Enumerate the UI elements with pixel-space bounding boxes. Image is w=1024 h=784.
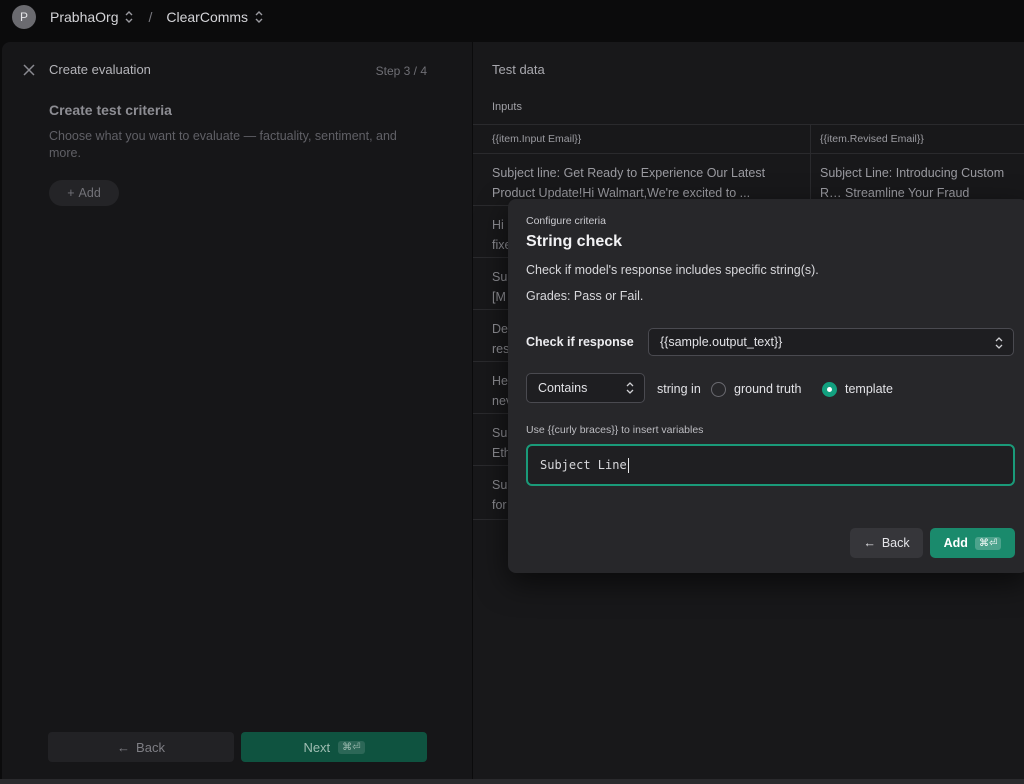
shortcut-hint: ⌘⏎ <box>974 536 1002 550</box>
ground-truth-radio[interactable] <box>711 382 726 397</box>
template-input[interactable]: Subject Line <box>526 444 1015 486</box>
back-label: Back <box>136 739 165 755</box>
dialog-subtitle: Configure criteria <box>526 215 606 227</box>
variables-hint: Use {{curly braces}} to insert variables <box>526 424 704 436</box>
breadcrumb-separator: / <box>148 9 153 25</box>
project-name: ClearComms <box>166 9 249 25</box>
template-radio[interactable] <box>822 382 837 397</box>
panel-title: Create evaluation <box>49 62 151 77</box>
table-cell: He nev <box>473 362 513 413</box>
chevron-updown-icon <box>995 337 1003 349</box>
configure-criteria-dialog: Configure criteria String check Check if… <box>508 199 1024 573</box>
table-cell: Subject Line: Introducing Custom R… Stre… <box>811 154 1024 205</box>
grades-text: Grades: Pass or Fail. <box>526 289 644 303</box>
table-cell: Su [M <box>473 258 513 309</box>
close-icon[interactable] <box>22 63 36 77</box>
criteria-description: Choose what you want to evaluate — factu… <box>49 129 397 160</box>
org-name: PrabhaOrg <box>50 9 119 25</box>
operator-select-value: Contains <box>538 381 588 395</box>
chevron-updown-icon <box>626 382 634 394</box>
dialog-add-button[interactable]: Add ⌘⏎ <box>930 528 1015 558</box>
template-input-value: Subject Line <box>540 458 627 472</box>
response-select-value: {{sample.output_text}} <box>660 335 783 349</box>
table-cell: Subject line: Get Ready to Experience Ou… <box>473 154 811 205</box>
chevron-updown-icon <box>125 11 133 23</box>
arrow-left-icon: ← <box>863 536 876 550</box>
text-caret <box>627 457 629 473</box>
dialog-back-button[interactable]: ← Back <box>850 528 923 558</box>
chevron-updown-icon <box>255 11 263 23</box>
test-data-title: Test data <box>492 62 545 77</box>
arrow-left-icon: ← <box>117 739 131 755</box>
add-criteria-button[interactable]: + Add <box>49 180 119 206</box>
top-bar: P PrabhaOrg / ClearComms <box>0 0 1024 34</box>
table-cell: Hi fixe <box>473 206 513 257</box>
plus-icon: + <box>67 186 75 200</box>
string-in-label: string in <box>657 382 701 396</box>
table-cell: Su for <box>473 466 513 519</box>
create-evaluation-panel: Create evaluation Step 3 / 4 Create test… <box>2 42 472 779</box>
dialog-add-label: Add <box>943 536 968 550</box>
step-indicator: Step 3 / 4 <box>375 64 427 78</box>
org-switcher[interactable]: P PrabhaOrg <box>12 5 134 29</box>
next-button[interactable]: Next ⌘⏎ <box>241 732 427 762</box>
add-criteria-label: Add <box>78 186 101 200</box>
dialog-back-label: Back <box>881 536 910 550</box>
column-header: {{item.Revised Email}} <box>811 124 1024 154</box>
operator-select[interactable]: Contains <box>526 373 645 403</box>
ground-truth-label[interactable]: ground truth <box>734 382 801 396</box>
criteria-title: Create test criteria <box>49 102 172 118</box>
project-switcher[interactable]: ClearComms <box>166 9 264 25</box>
response-select[interactable]: {{sample.output_text}} <box>648 328 1014 356</box>
avatar: P <box>12 5 36 29</box>
column-header: {{item.Input Email}} <box>473 124 811 154</box>
back-button[interactable]: ← Back <box>48 732 234 762</box>
template-label[interactable]: template <box>845 382 893 396</box>
shortcut-hint: ⌘⏎ <box>338 740 365 754</box>
table-cell: De res <box>473 310 513 361</box>
bottom-edge <box>0 779 1024 784</box>
next-label: Next <box>303 739 331 755</box>
table-cell: Su Eth <box>473 414 513 465</box>
check-response-label: Check if response <box>526 335 634 349</box>
dialog-title: String check <box>526 233 623 250</box>
inputs-label: Inputs <box>492 101 522 113</box>
dialog-description: Check if model's response includes speci… <box>526 263 819 277</box>
